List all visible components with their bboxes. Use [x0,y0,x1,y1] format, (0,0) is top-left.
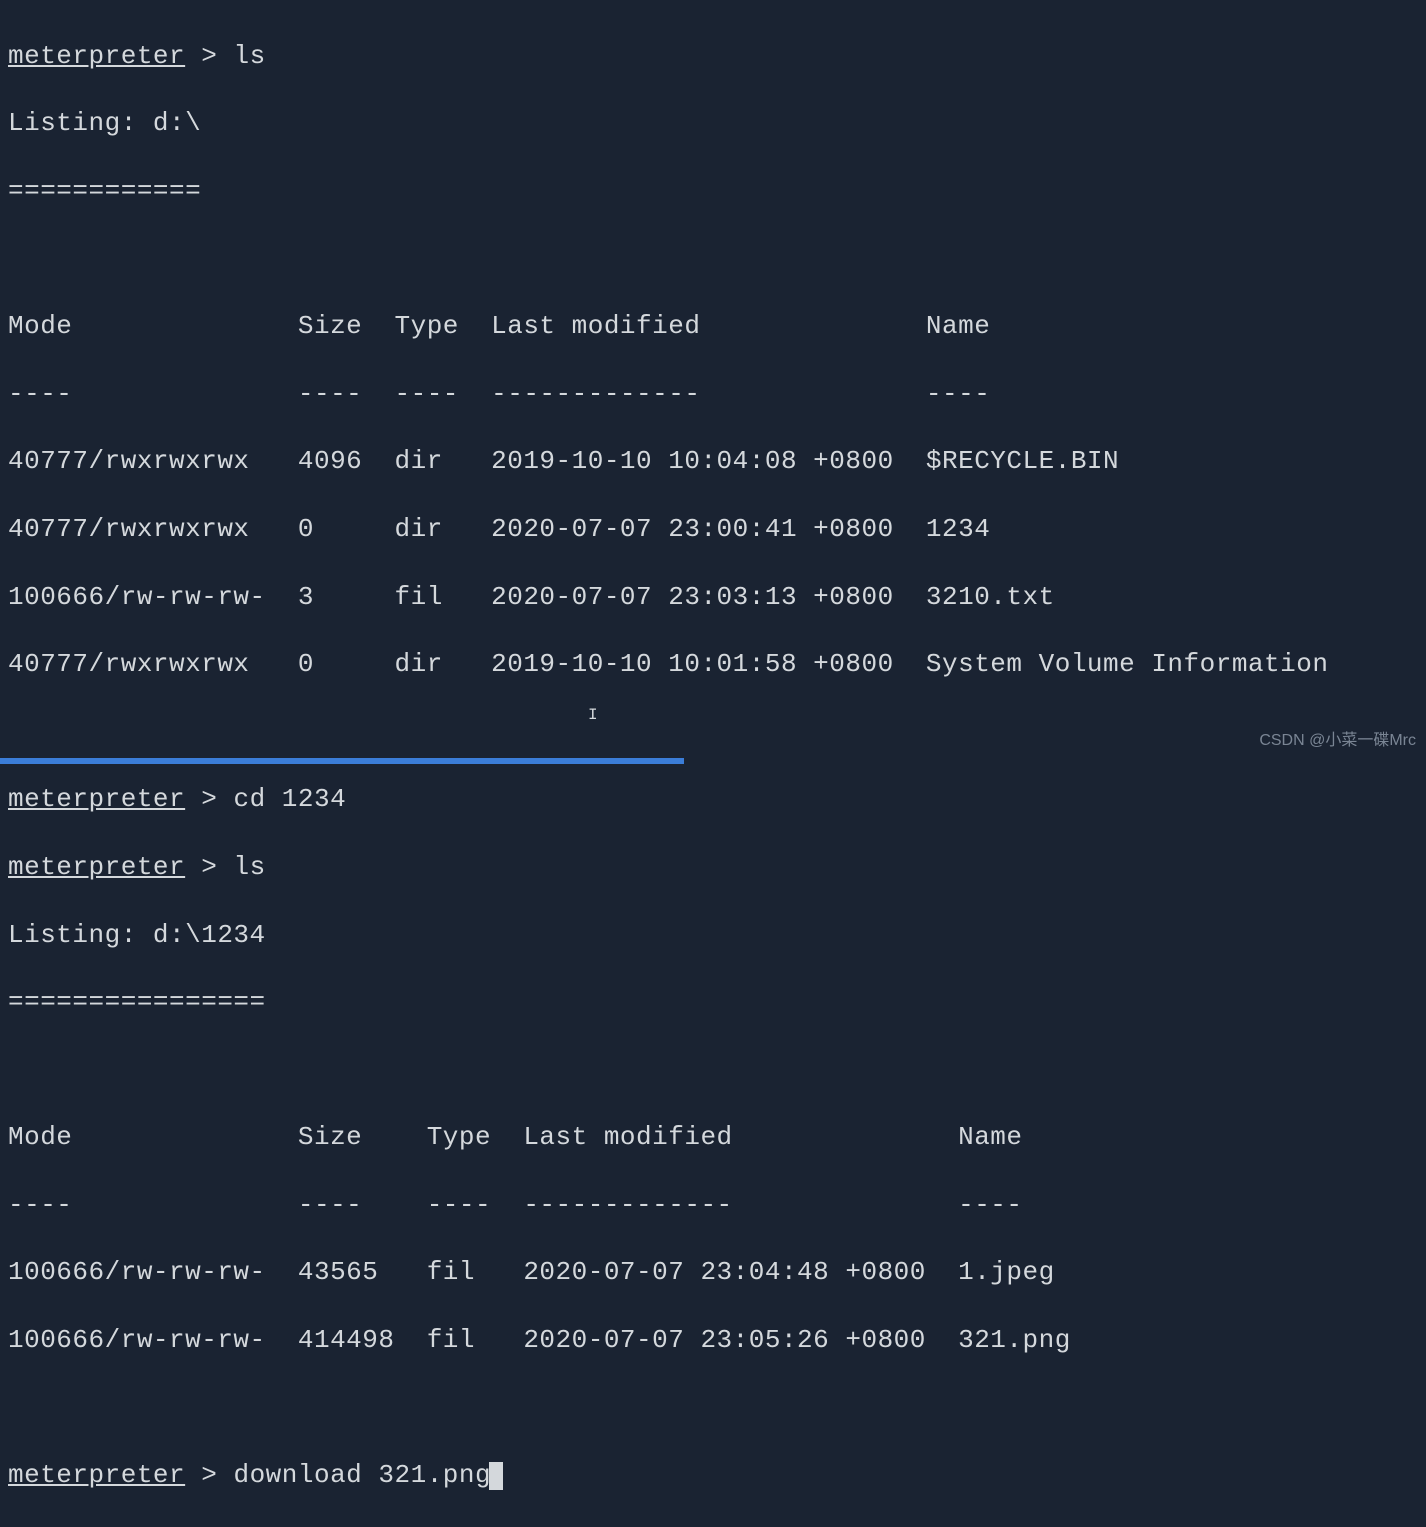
cell-name: System Volume Information [926,649,1329,679]
cell-size: 3 [298,582,395,612]
cell-type: dir [394,649,491,679]
th-mode: Mode [8,1122,298,1152]
cell-mode: 100666/rw-rw-rw- [8,582,298,612]
table-row: 100666/rw-rw-rw- 414498 fil 2020-07-07 2… [8,1324,1418,1358]
text-cursor-ibeam: I [588,705,598,726]
table-row: 100666/rw-rw-rw- 43565 fil 2020-07-07 23… [8,1256,1418,1290]
cell-modified: 2019-10-10 10:04:08 +0800 [491,446,926,476]
cell-mode: 40777/rwxrwxrwx [8,446,298,476]
th-size: Size [298,1122,427,1152]
table-row: 100666/rw-rw-rw- 3 fil 2020-07-07 23:03:… [8,581,1418,615]
th-name: Name [958,1122,1022,1152]
progress-bar [0,758,684,764]
prompt: meterpreter [8,852,185,882]
prompt-line-2: meterpreter > cd 1234 [8,783,1418,817]
prompt-line-3: meterpreter > ls [8,851,1418,885]
blank-line [8,1054,1418,1088]
command-ls: ls [233,852,265,882]
dash-name: ---- [958,1190,1022,1220]
cell-name: $RECYCLE.BIN [926,446,1119,476]
th-size: Size [298,311,395,341]
cell-type: fil [394,582,491,612]
dash-mode: ---- [8,1190,298,1220]
table-row: 40777/rwxrwxrwx 4096 dir 2019-10-10 10:0… [8,445,1418,479]
cursor-block [489,1462,503,1490]
th-name: Name [926,311,990,341]
prompt-line-1: meterpreter > ls [8,40,1418,74]
dash-modified: ------------- [523,1190,958,1220]
prompt: meterpreter [8,41,185,71]
th-modified: Last modified [491,311,926,341]
gt: > [201,852,217,882]
blank-line [8,243,1418,277]
watermark: CSDN @小菜一碟Mrc [1259,731,1416,752]
command-cd: cd 1234 [233,784,346,814]
prompt: meterpreter [8,1460,185,1490]
cell-name: 1234 [926,514,990,544]
cell-modified: 2020-07-07 23:03:13 +0800 [491,582,926,612]
cell-mode: 100666/rw-rw-rw- [8,1257,298,1287]
table2-header: Mode Size Type Last modified Name [8,1121,1418,1155]
cell-type: fil [427,1257,524,1287]
dash-size: ---- [298,1190,427,1220]
command-download: download 321.png [233,1460,491,1490]
dash-name: ---- [926,379,990,409]
prompt-line-4[interactable]: meterpreter > download 321.png [8,1459,1418,1493]
dash-size: ---- [298,379,395,409]
prompt: meterpreter [8,784,185,814]
cell-mode: 40777/rwxrwxrwx [8,514,298,544]
th-type: Type [394,311,491,341]
gt: > [201,784,217,814]
cell-size: 414498 [298,1325,427,1355]
cell-name: 1.jpeg [958,1257,1055,1287]
table-row: 40777/rwxrwxrwx 0 dir 2019-10-10 10:01:5… [8,648,1418,682]
cell-type: dir [394,446,491,476]
dash-mode: ---- [8,379,298,409]
command-ls: ls [233,41,265,71]
cell-size: 0 [298,514,395,544]
separator-1: ============ [8,175,1418,209]
cell-mode: 40777/rwxrwxrwx [8,649,298,679]
dash-modified: ------------- [491,379,926,409]
cell-modified: 2020-07-07 23:05:26 +0800 [523,1325,958,1355]
table1-header: Mode Size Type Last modified Name [8,310,1418,344]
cell-mode: 100666/rw-rw-rw- [8,1325,298,1355]
blank-line [8,1392,1418,1426]
cell-size: 4096 [298,446,395,476]
cell-name: 321.png [958,1325,1071,1355]
cell-size: 0 [298,649,395,679]
th-type: Type [427,1122,524,1152]
gt: > [201,1460,217,1490]
cell-modified: 2020-07-07 23:00:41 +0800 [491,514,926,544]
th-modified: Last modified [523,1122,958,1152]
cell-modified: 2020-07-07 23:04:48 +0800 [523,1257,958,1287]
table1-dashes: ---- ---- ---- ------------- ---- [8,378,1418,412]
cell-size: 43565 [298,1257,427,1287]
listing-path-1: Listing: d:\ [8,107,1418,141]
table2-dashes: ---- ---- ---- ------------- ---- [8,1189,1418,1223]
table-row: 40777/rwxrwxrwx 0 dir 2020-07-07 23:00:4… [8,513,1418,547]
separator-2: ================ [8,986,1418,1020]
terminal-output[interactable]: meterpreter > ls Listing: d:\ ==========… [8,6,1418,1527]
gt: > [201,41,217,71]
cell-name: 3210.txt [926,582,1055,612]
th-mode: Mode [8,311,298,341]
blank-line [8,716,1418,750]
dash-type: ---- [394,379,491,409]
cell-type: dir [394,514,491,544]
listing-path-2: Listing: d:\1234 [8,919,1418,953]
dash-type: ---- [427,1190,524,1220]
cell-type: fil [427,1325,524,1355]
cell-modified: 2019-10-10 10:01:58 +0800 [491,649,926,679]
